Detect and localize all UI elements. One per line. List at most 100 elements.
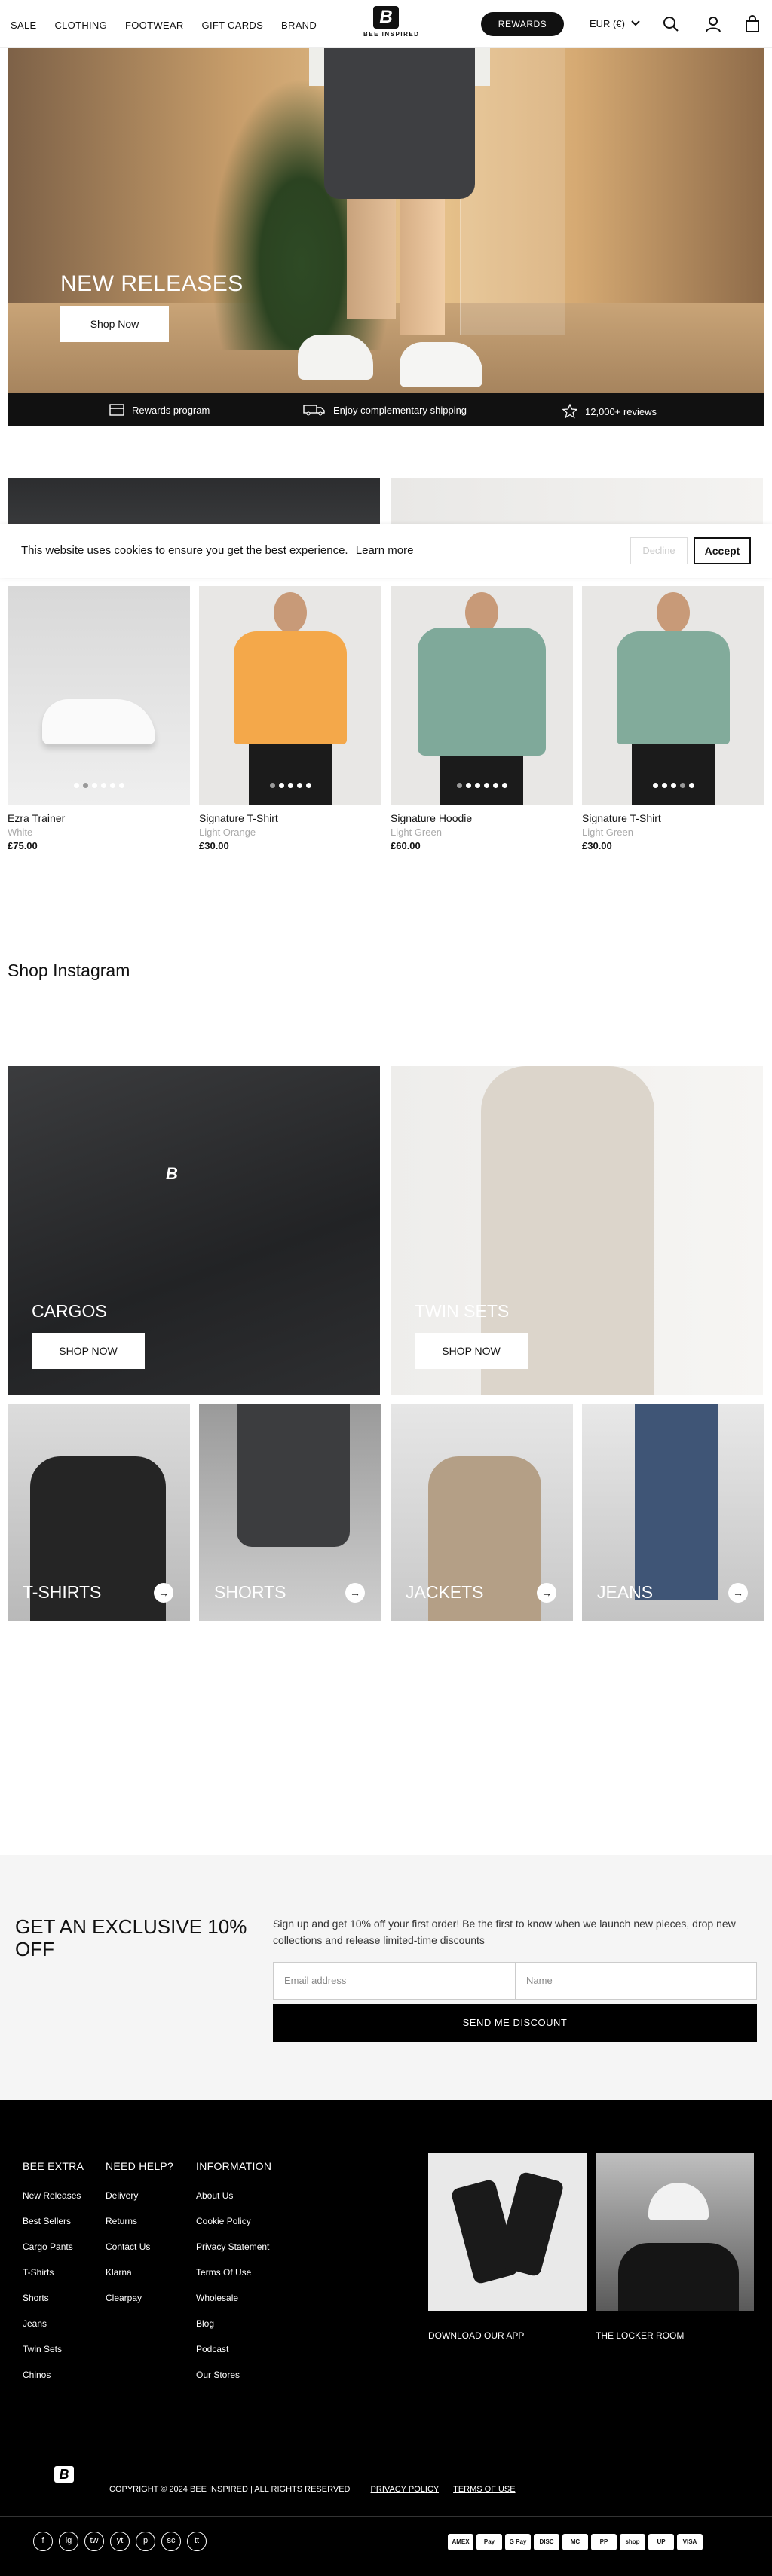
footer-logo[interactable]: B: [53, 2466, 75, 2489]
footer-link[interactable]: Cargo Pants: [23, 2241, 84, 2252]
benefit-reviews[interactable]: 12,000+ reviews: [562, 404, 657, 419]
footer-link[interactable]: Returns: [106, 2216, 173, 2226]
image-carousel-dots[interactable]: [8, 783, 190, 788]
product-card[interactable]: Signature T-Shirt Light Green £30.00: [582, 586, 764, 851]
footer-link[interactable]: Jeans: [23, 2318, 84, 2329]
star-icon: [562, 404, 577, 419]
discover-icon: DISC: [534, 2534, 559, 2550]
product-name[interactable]: Signature Hoodie: [391, 812, 573, 824]
category-tile-jackets[interactable]: JACKETS →: [391, 1404, 573, 1621]
hero-shorts: [324, 48, 475, 199]
footer-link[interactable]: Twin Sets: [23, 2344, 84, 2354]
product-card[interactable]: Ezra Trainer White £75.00: [8, 586, 190, 851]
product-image[interactable]: [391, 586, 573, 805]
product-image[interactable]: [199, 586, 381, 805]
copyright-row: COPYRIGHT © 2024 BEE INSPIRED | ALL RIGH…: [109, 2485, 516, 2494]
twitter-icon[interactable]: tw: [84, 2532, 104, 2551]
footer-link[interactable]: Klarna: [106, 2267, 173, 2278]
footer-link[interactable]: New Releases: [23, 2190, 84, 2201]
account-icon[interactable]: [704, 15, 722, 33]
benefit-rewards[interactable]: Rewards program: [109, 404, 210, 416]
hero-glass: [460, 48, 565, 335]
category-tile-t-shirts[interactable]: T-SHIRTS →: [8, 1404, 190, 1621]
download-app-label[interactable]: DOWNLOAD OUR APP: [428, 2330, 524, 2341]
locker-room-image[interactable]: [596, 2153, 754, 2311]
collection-tile-cargos[interactable]: B CARGOS SHOP NOW: [8, 1066, 380, 1395]
image-carousel-dots[interactable]: [391, 783, 573, 788]
footer-link[interactable]: Our Stores: [196, 2370, 271, 2380]
footer-link[interactable]: T-Shirts: [23, 2267, 84, 2278]
benefit-shipping[interactable]: Enjoy complementary shipping: [303, 404, 467, 416]
product-card[interactable]: Signature T-Shirt Light Orange £30.00: [199, 586, 381, 851]
footer-col-bee-extra: BEE EXTRA New Releases Best Sellers Carg…: [23, 2160, 84, 2395]
shop-pay-icon: shop: [620, 2534, 645, 2550]
model-head: [274, 592, 307, 633]
footer-link[interactable]: About Us: [196, 2190, 271, 2201]
snapchat-icon[interactable]: sc: [161, 2532, 181, 2551]
youtube-icon[interactable]: yt: [110, 2532, 130, 2551]
category-tile-jeans[interactable]: JEANS →: [582, 1404, 764, 1621]
bag-icon[interactable]: [743, 15, 761, 33]
image-carousel-dots[interactable]: [582, 783, 764, 788]
arrow-right-icon[interactable]: →: [154, 1583, 173, 1603]
product-image[interactable]: [8, 586, 190, 805]
rewards-button[interactable]: REWARDS: [481, 12, 564, 36]
model-shorts: [237, 1404, 350, 1547]
nav-clothing[interactable]: CLOTHING: [54, 20, 107, 31]
footer-link[interactable]: Blog: [196, 2318, 271, 2329]
product-color: Light Orange: [199, 827, 256, 838]
footer-link[interactable]: Terms Of Use: [196, 2267, 271, 2278]
model-tshirt: [617, 631, 730, 744]
footer-link[interactable]: Cookie Policy: [196, 2216, 271, 2226]
footer-link[interactable]: Best Sellers: [23, 2216, 84, 2226]
product-name[interactable]: Ezra Trainer: [8, 812, 190, 824]
pinterest-icon[interactable]: p: [136, 2532, 155, 2551]
collection-shop-now-button[interactable]: SHOP NOW: [32, 1333, 145, 1369]
download-app-image[interactable]: [428, 2153, 587, 2311]
arrow-right-icon[interactable]: →: [345, 1583, 365, 1603]
nav-brand[interactable]: BRAND: [281, 20, 317, 31]
privacy-policy-link[interactable]: PRIVACY POLICY: [371, 2485, 439, 2494]
product-card[interactable]: Signature Hoodie Light Green £60.00: [391, 586, 573, 851]
footer-link[interactable]: Clearpay: [106, 2293, 173, 2303]
terms-link[interactable]: TERMS OF USE: [453, 2485, 516, 2494]
product-name[interactable]: Signature T-Shirt: [199, 812, 381, 824]
benefit-rewards-label: Rewards program: [132, 404, 210, 416]
email-field[interactable]: Email address: [273, 1962, 516, 2000]
facebook-icon[interactable]: f: [33, 2532, 53, 2551]
currency-selector[interactable]: EUR (€): [590, 18, 640, 29]
locker-room-label[interactable]: THE LOCKER ROOM: [596, 2330, 684, 2341]
cap-shape: [648, 2183, 709, 2220]
collection-tile-twin-sets[interactable]: TWIN SETS SHOP NOW: [391, 1066, 763, 1395]
category-tile-shorts[interactable]: SHORTS →: [199, 1404, 381, 1621]
cookie-banner: This website uses cookies to ensure you …: [0, 524, 772, 578]
arrow-right-icon[interactable]: →: [537, 1583, 556, 1603]
footer-link[interactable]: Shorts: [23, 2293, 84, 2303]
cookie-learn-more-link[interactable]: Learn more: [356, 544, 414, 557]
nav-footwear[interactable]: FOOTWEAR: [125, 20, 184, 31]
nav-gift-cards[interactable]: GIFT CARDS: [202, 20, 264, 31]
footer-link[interactable]: Delivery: [106, 2190, 173, 2201]
nav-sale[interactable]: SALE: [11, 20, 36, 31]
search-icon[interactable]: [662, 15, 680, 33]
arrow-right-icon[interactable]: →: [728, 1583, 748, 1603]
currency-label: EUR (€): [590, 18, 625, 29]
collection-shop-now-button[interactable]: SHOP NOW: [415, 1333, 528, 1369]
footer-link[interactable]: Podcast: [196, 2344, 271, 2354]
footer-link[interactable]: Chinos: [23, 2370, 84, 2380]
footer-link[interactable]: Contact Us: [106, 2241, 173, 2252]
name-field[interactable]: Name: [515, 1962, 757, 2000]
cookie-accept-button[interactable]: Accept: [694, 537, 751, 564]
instagram-icon[interactable]: ig: [59, 2532, 78, 2551]
gift-card-icon: [109, 404, 124, 416]
cookie-decline-button[interactable]: Decline: [630, 537, 688, 564]
product-name[interactable]: Signature T-Shirt: [582, 812, 764, 824]
tiktok-icon[interactable]: tt: [187, 2532, 207, 2551]
image-carousel-dots[interactable]: [199, 783, 381, 788]
footer-link[interactable]: Privacy Statement: [196, 2241, 271, 2252]
footer-link[interactable]: Wholesale: [196, 2293, 271, 2303]
hero-shop-now-button[interactable]: Shop Now: [60, 306, 169, 342]
send-discount-button[interactable]: SEND ME DISCOUNT: [273, 2004, 757, 2042]
product-image[interactable]: [582, 586, 764, 805]
site-logo[interactable]: B BEE INSPIRED: [363, 6, 418, 38]
